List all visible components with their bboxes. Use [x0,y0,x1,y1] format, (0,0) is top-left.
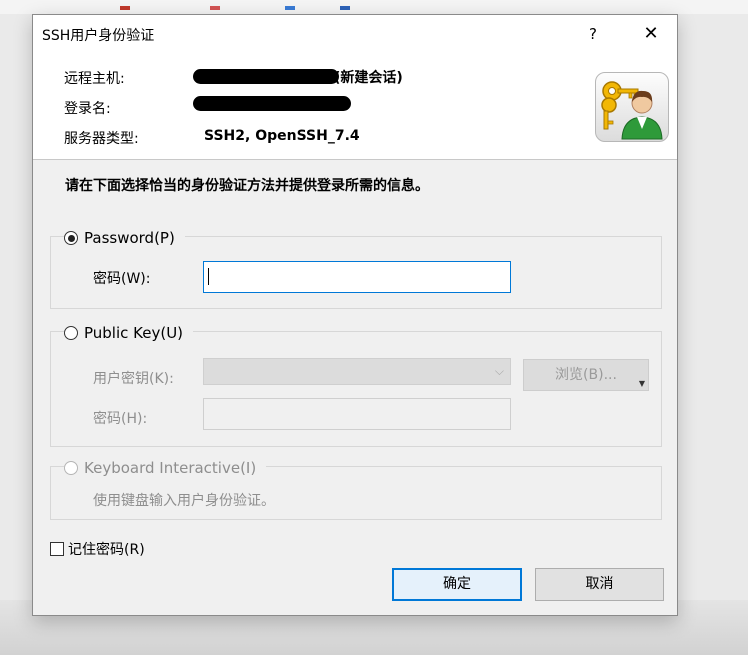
server-type-value: SSH2, OpenSSH_7.4 [204,128,360,144]
user-key-icon [595,72,669,142]
browse-button[interactable]: 浏览(B)... ▼ [523,359,649,391]
passphrase-label: 密码(H): [93,411,148,427]
radio-button-disabled[interactable] [64,461,78,475]
redacted-host [193,69,339,84]
password-label: 密码(W): [93,271,151,287]
radio-button-unchecked[interactable] [64,326,78,340]
keyboard-interactive-radio-label: Keyboard Interactive(I) [84,459,257,477]
password-radio[interactable]: Password(P) [64,229,185,247]
background-color-mark [120,6,130,10]
password-radio-label: Password(P) [84,229,175,247]
help-button[interactable]: ? [578,19,608,49]
redacted-login-name [193,96,351,111]
instruction-text: 请在下面选择恰当的身份验证方法并提供登录所需的信息。 [65,178,429,194]
cancel-button[interactable]: 取消 [535,568,664,601]
remember-password-label: 记住密码(R) [68,542,145,558]
login-name-label: 登录名: [64,101,111,117]
ok-button[interactable]: 确定 [392,568,522,601]
background-window-strip [0,0,748,14]
checkbox-unchecked[interactable] [50,542,64,556]
user-key-combobox[interactable]: ⌵ [203,358,511,385]
remote-host-label: 远程主机: [64,71,125,87]
session-info-header: 远程主机: (新建会话) 登录名: 服务器类型: SSH2, OpenSSH_7… [33,53,677,160]
user-key-label: 用户密钥(K): [93,371,174,387]
remote-host-suffix: (新建会话) [334,70,403,86]
browse-button-label: 浏览(B)... [555,367,617,383]
public-key-radio-label: Public Key(U) [84,324,184,342]
dialog-title: SSH用户身份验证 [42,28,155,44]
chevron-down-icon: ⌵ [494,364,504,378]
public-key-radio[interactable]: Public Key(U) [64,324,194,342]
passphrase-input[interactable] [203,398,511,430]
remember-password-checkbox[interactable]: 记住密码(R) [50,539,145,559]
dropdown-arrow-icon: ▼ [638,379,645,388]
background-color-mark [285,6,295,10]
title-bar: SSH用户身份验证 ? ✕ [33,15,677,53]
server-type-label: 服务器类型: [64,131,139,147]
background-color-mark [340,6,350,10]
close-button[interactable]: ✕ [631,19,671,49]
background-color-mark [210,6,220,10]
ssh-auth-dialog: SSH用户身份验证 ? ✕ 远程主机: (新建会话) 登录名: 服务器类型: S… [32,14,678,616]
radio-button-checked[interactable] [64,231,78,245]
keyboard-interactive-description: 使用键盘输入用户身份验证。 [93,493,275,509]
password-input[interactable] [203,261,511,293]
text-caret [208,268,209,285]
keyboard-interactive-radio[interactable]: Keyboard Interactive(I) [64,459,267,477]
